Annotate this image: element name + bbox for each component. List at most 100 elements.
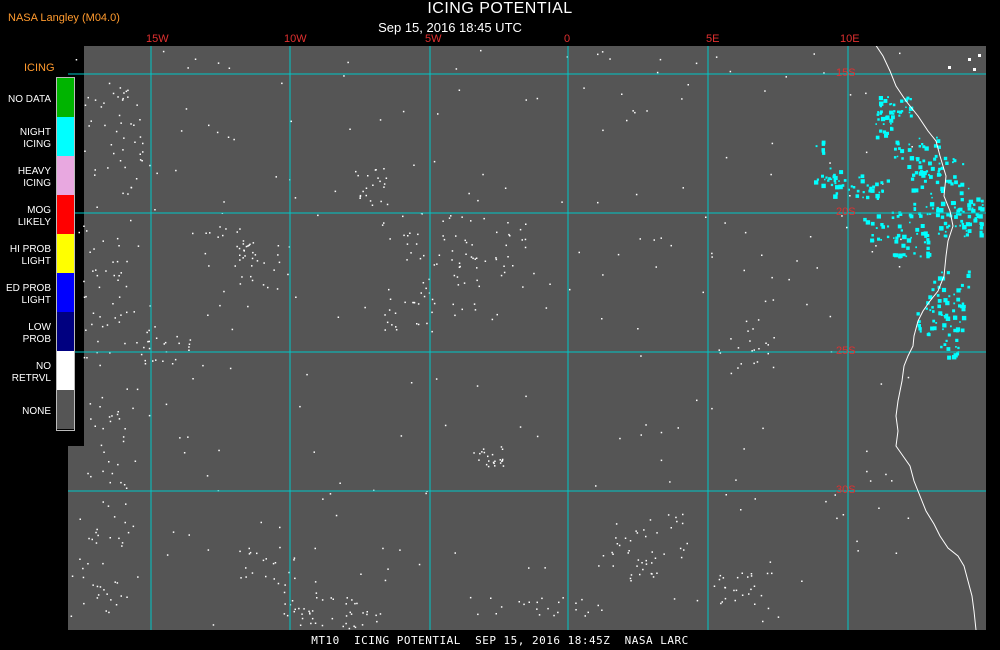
cloud-pixel: [544, 567, 546, 569]
cloud-pixel: [423, 254, 425, 257]
cloud-pixel: [136, 388, 139, 391]
legend-swatch: [57, 273, 74, 312]
cloud-pixel: [385, 177, 388, 179]
cloud-pixel: [750, 573, 753, 575]
cloud-pixel: [189, 339, 192, 341]
cloud-pixel: [102, 470, 104, 473]
night-icing-pixel: [913, 252, 916, 255]
night-icing-pixel: [838, 180, 840, 182]
cloud-pixel: [499, 459, 501, 461]
cloud-pixel: [120, 122, 122, 124]
night-icing-pixel: [957, 346, 960, 350]
cloud-pixel: [245, 576, 247, 578]
cloud-pixel: [431, 311, 433, 314]
cloud-pixel: [351, 599, 353, 601]
cloud-pixel: [188, 346, 190, 348]
cloud-pixel: [229, 367, 232, 370]
cloud-pixel: [846, 226, 848, 229]
cloud-pixel: [111, 472, 114, 475]
cloud-pixel: [281, 82, 283, 85]
cloud-pixel: [79, 518, 81, 520]
legend-color-bar: [56, 77, 75, 431]
cloud-pixel: [110, 599, 112, 601]
night-icing-pixel: [835, 192, 839, 195]
night-icing-pixel: [976, 197, 981, 202]
night-icing-pixel: [875, 123, 877, 125]
cloud-pixel: [242, 257, 244, 259]
cloud-pixel: [101, 325, 104, 328]
cloud-pixel: [102, 501, 104, 503]
night-icing-pixel: [830, 183, 834, 187]
cloud-pixel: [479, 452, 481, 455]
night-icing-pixel: [958, 207, 963, 212]
night-icing-pixel: [877, 111, 880, 114]
cloud-pixel: [645, 559, 647, 562]
cloud-pixel: [748, 593, 750, 595]
cloud-pixel: [251, 279, 254, 282]
cloud-pixel: [461, 308, 463, 311]
cloud-pixel: [490, 597, 492, 599]
cloud-pixel: [106, 324, 109, 326]
cloud-pixel: [96, 585, 99, 588]
cloud-pixel: [426, 322, 428, 325]
cloud-pixel: [524, 238, 527, 241]
night-icing-pixel: [952, 355, 957, 360]
night-icing-pixel: [918, 161, 922, 164]
cloud-pixel: [480, 49, 482, 52]
cloud-pixel: [669, 481, 671, 483]
cloud-pixel: [94, 425, 96, 427]
cloud-pixel: [395, 326, 397, 328]
cloud-pixel: [155, 337, 158, 339]
night-icing-pixel: [937, 299, 942, 303]
cloud-pixel: [545, 307, 548, 309]
cloud-pixel: [461, 216, 463, 218]
cloud-pixel: [469, 596, 472, 599]
night-icing-pixel: [862, 191, 865, 194]
night-icing-pixel: [882, 123, 885, 125]
cloud-pixel: [471, 244, 473, 246]
cloud-pixel: [435, 378, 438, 380]
cloud-pixel: [491, 318, 494, 321]
cloud-pixel: [108, 416, 111, 418]
cloud-pixel: [891, 480, 893, 482]
cloud-pixel: [419, 257, 422, 260]
cloud-pixel: [483, 451, 486, 454]
night-icing-pixel: [872, 185, 876, 189]
night-icing-pixel: [961, 302, 965, 305]
cloud-pixel: [670, 244, 672, 247]
cloud-pixel: [724, 597, 727, 600]
cloud-pixel: [612, 565, 614, 567]
night-icing-pixel: [923, 179, 927, 183]
cloud-pixel: [209, 232, 211, 234]
night-icing-pixel: [880, 181, 884, 185]
cloud-pixel: [146, 331, 148, 334]
cloud-pixel: [118, 537, 120, 540]
night-icing-pixel: [960, 328, 965, 333]
cloud-pixel: [829, 315, 832, 318]
cloud-pixel: [637, 328, 639, 330]
cloud-pixel: [501, 448, 504, 450]
cloud-pixel: [488, 460, 490, 462]
cloud-pixel: [366, 611, 368, 613]
legend-label: NO DATA: [8, 94, 51, 105]
cloud-pixel: [747, 330, 749, 332]
night-icing-pixel: [919, 255, 922, 258]
cloud-pixel: [409, 232, 411, 234]
cloud-pixel: [639, 238, 641, 240]
cloud-pixel: [94, 99, 97, 101]
night-icing-pixel: [936, 136, 938, 139]
cloud-pixel: [423, 295, 426, 298]
cloud-pixel: [536, 601, 538, 604]
cloud-pixel: [310, 622, 312, 625]
night-icing-pixel: [940, 215, 945, 219]
night-icing-pixel: [966, 273, 971, 278]
cloud-pixel: [413, 164, 415, 166]
cloud-pixel: [730, 372, 733, 375]
legend-label: HI PROB LIGHT: [9, 244, 51, 267]
cloud-pixel: [279, 546, 281, 549]
cloud-pixel: [682, 187, 684, 189]
night-icing-pixel: [952, 201, 956, 205]
night-icing-pixel: [900, 229, 903, 232]
cloud-pixel: [103, 451, 105, 453]
night-icing-pixel: [940, 201, 946, 207]
